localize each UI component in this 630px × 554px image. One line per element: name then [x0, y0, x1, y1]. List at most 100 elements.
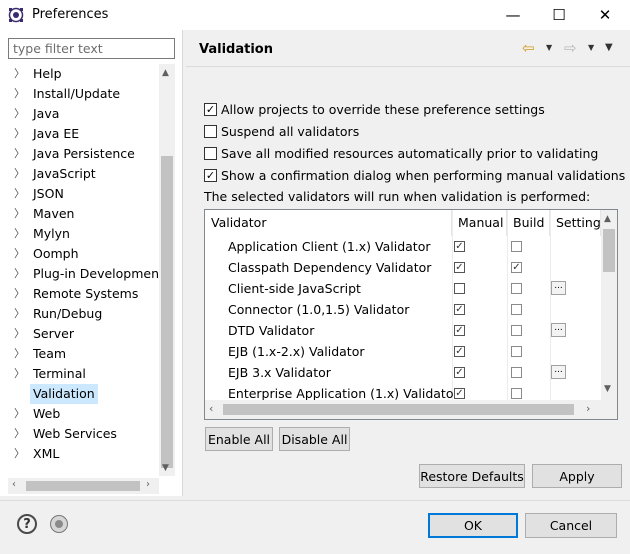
tree-item-mylyn[interactable]: 〉 Mylyn: [8, 224, 158, 244]
table-row[interactable]: Client-side JavaScript ...: [205, 278, 601, 299]
maximize-button[interactable]: ☐: [536, 0, 582, 30]
scrollbar-thumb[interactable]: [603, 229, 615, 272]
table-row[interactable]: DTD Validator ✓ ...: [205, 320, 601, 341]
chevron-right-icon[interactable]: 〉: [14, 84, 25, 104]
tree-horizontal-scrollbar[interactable]: ‹ ›: [8, 478, 159, 494]
scroll-up-arrow-icon[interactable]: ▲: [162, 68, 169, 78]
restore-defaults-button[interactable]: Restore Defaults: [419, 464, 525, 488]
build-checkbox[interactable]: [511, 283, 522, 294]
build-checkbox[interactable]: [511, 325, 522, 336]
tree-item-validation[interactable]: Validation: [8, 384, 158, 404]
chevron-right-icon[interactable]: 〉: [14, 364, 25, 384]
scrollbar-thumb[interactable]: [223, 404, 574, 415]
build-checkbox[interactable]: [511, 346, 522, 357]
table-row[interactable]: Classpath Dependency Validator ✓ ✓: [205, 257, 601, 278]
scroll-right-arrow-icon[interactable]: ›: [586, 402, 590, 415]
tree-item-help[interactable]: 〉 Help: [8, 64, 158, 84]
chevron-right-icon[interactable]: 〉: [14, 124, 25, 144]
confirmation-dialog-checkbox[interactable]: ✓: [204, 168, 217, 182]
column-header-manual[interactable]: Manual: [452, 210, 507, 236]
manual-checkbox[interactable]: ✓: [454, 304, 465, 315]
chevron-right-icon[interactable]: 〉: [14, 264, 25, 284]
scroll-up-arrow-icon[interactable]: ▲: [604, 214, 611, 224]
filter-input[interactable]: [8, 38, 175, 59]
chevron-right-icon[interactable]: 〉: [14, 204, 25, 224]
tree-item-java[interactable]: 〉 Java: [8, 104, 158, 124]
column-header-settings[interactable]: Settings: [550, 210, 601, 236]
manual-checkbox[interactable]: ✓: [454, 367, 465, 378]
table-row[interactable]: Application Client (1.x) Validator ✓: [205, 236, 601, 257]
build-checkbox[interactable]: [511, 304, 522, 315]
build-checkbox[interactable]: [511, 241, 522, 252]
view-menu-icon[interactable]: ▼: [605, 42, 613, 53]
tree-item-java-ee[interactable]: 〉 Java EE: [8, 124, 158, 144]
validator-settings-button[interactable]: ...: [551, 323, 566, 337]
chevron-right-icon[interactable]: 〉: [14, 304, 25, 324]
tree-item-terminal[interactable]: 〉 Terminal: [8, 364, 158, 384]
chevron-right-icon[interactable]: 〉: [14, 64, 25, 84]
tree-item-oomph[interactable]: 〉 Oomph: [8, 244, 158, 264]
disable-all-button[interactable]: Disable All: [279, 427, 350, 451]
scroll-right-arrow-icon[interactable]: ›: [146, 479, 150, 490]
tree-item-maven[interactable]: 〉 Maven: [8, 204, 158, 224]
tree-item-server[interactable]: 〉 Server: [8, 324, 158, 344]
tree-item-json[interactable]: 〉 JSON: [8, 184, 158, 204]
chevron-right-icon[interactable]: 〉: [14, 404, 25, 424]
tree-item-java-persistence[interactable]: 〉 Java Persistence: [8, 144, 158, 164]
chevron-right-icon[interactable]: 〉: [14, 344, 25, 364]
build-checkbox[interactable]: [511, 388, 522, 399]
suspend-validators-option[interactable]: Suspend all validators: [204, 121, 359, 141]
table-vertical-scrollbar[interactable]: ▲ ▼: [601, 210, 617, 400]
confirmation-dialog-option[interactable]: ✓ Show a confirmation dialog when perfor…: [204, 165, 625, 185]
tree-vertical-scrollbar[interactable]: ▲ ▼: [159, 64, 175, 476]
scroll-down-arrow-icon[interactable]: ▼: [162, 463, 169, 473]
tree-item-web-services[interactable]: 〉 Web Services: [8, 424, 158, 444]
column-header-build[interactable]: Build: [507, 210, 550, 236]
build-checkbox[interactable]: [511, 367, 522, 378]
tree-item-web[interactable]: 〉 Web: [8, 404, 158, 424]
tree-item-xml[interactable]: 〉 XML: [8, 444, 158, 464]
scrollbar-thumb[interactable]: [26, 481, 140, 491]
chevron-right-icon[interactable]: 〉: [14, 144, 25, 164]
chevron-right-icon[interactable]: 〉: [14, 424, 25, 444]
tree-item-plug-in-development[interactable]: 〉 Plug-in Development: [8, 264, 158, 284]
scrollbar-thumb[interactable]: [161, 156, 173, 468]
manual-checkbox[interactable]: [454, 283, 465, 294]
manual-checkbox[interactable]: ✓: [454, 325, 465, 336]
ok-button[interactable]: OK: [428, 513, 518, 538]
column-header-validator[interactable]: Validator: [205, 210, 452, 236]
manual-checkbox[interactable]: ✓: [454, 262, 465, 273]
override-preferences-option[interactable]: ✓ Allow projects to override these prefe…: [204, 99, 545, 119]
scroll-left-arrow-icon[interactable]: ‹: [12, 479, 16, 490]
manual-checkbox[interactable]: ✓: [454, 388, 465, 399]
table-horizontal-scrollbar[interactable]: ‹ ›: [205, 400, 617, 419]
build-checkbox[interactable]: ✓: [511, 262, 522, 273]
tree-item-team[interactable]: 〉 Team: [8, 344, 158, 364]
forward-history-dropdown-icon[interactable]: ▼: [588, 43, 594, 52]
chevron-right-icon[interactable]: 〉: [14, 104, 25, 124]
import-export-icon[interactable]: [50, 515, 68, 533]
override-preferences-checkbox[interactable]: ✓: [204, 102, 217, 116]
validator-settings-button[interactable]: ...: [551, 365, 566, 379]
apply-button[interactable]: Apply: [532, 464, 622, 488]
suspend-validators-checkbox[interactable]: [204, 124, 217, 138]
scroll-left-arrow-icon[interactable]: ‹: [209, 402, 213, 415]
chevron-right-icon[interactable]: 〉: [14, 244, 25, 264]
enable-all-button[interactable]: Enable All: [205, 427, 273, 451]
back-arrow-icon[interactable]: ⇦: [522, 39, 535, 57]
table-row[interactable]: EJB (1.x-2.x) Validator ✓: [205, 341, 601, 362]
forward-arrow-icon[interactable]: ⇨: [564, 39, 577, 57]
tree-item-run-debug[interactable]: 〉 Run/Debug: [8, 304, 158, 324]
chevron-right-icon[interactable]: 〉: [14, 184, 25, 204]
chevron-right-icon[interactable]: 〉: [14, 224, 25, 244]
chevron-right-icon[interactable]: 〉: [14, 444, 25, 464]
manual-checkbox[interactable]: ✓: [454, 346, 465, 357]
chevron-right-icon[interactable]: 〉: [14, 164, 25, 184]
help-icon[interactable]: ?: [17, 514, 37, 534]
save-resources-option[interactable]: Save all modified resources automaticall…: [204, 143, 598, 163]
chevron-right-icon[interactable]: 〉: [14, 324, 25, 344]
manual-checkbox[interactable]: ✓: [454, 241, 465, 252]
table-row[interactable]: Connector (1.0,1.5) Validator ✓: [205, 299, 601, 320]
save-resources-checkbox[interactable]: [204, 146, 217, 160]
table-row[interactable]: EJB 3.x Validator ✓ ...: [205, 362, 601, 383]
